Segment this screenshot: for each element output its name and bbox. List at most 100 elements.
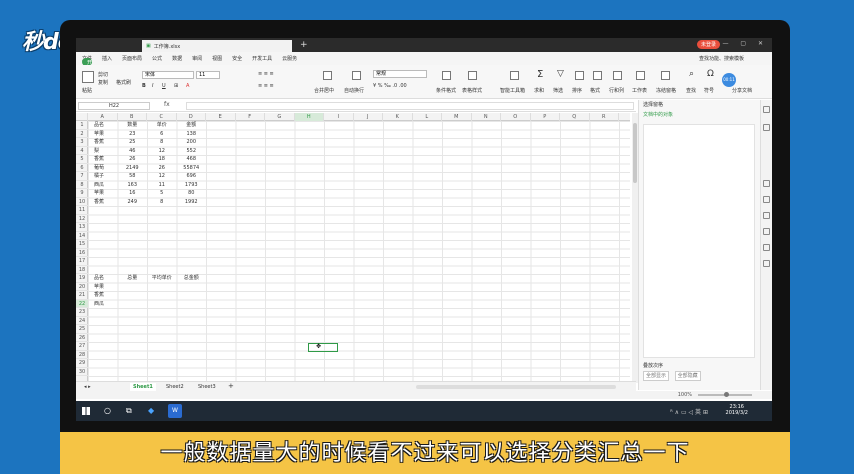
table-cell[interactable]: 18 bbox=[147, 155, 177, 164]
sidebar-shape-icon[interactable] bbox=[763, 124, 770, 131]
column-header[interactable]: G bbox=[265, 113, 295, 121]
menu-security[interactable]: 安全 bbox=[232, 55, 242, 62]
row-header[interactable]: 8 bbox=[76, 181, 88, 189]
freeze-button[interactable]: 冻结窗格 bbox=[656, 87, 676, 94]
table-cell[interactable]: 金额 bbox=[177, 121, 207, 130]
smart-toolbox-button[interactable]: 智能工具箱 bbox=[500, 87, 525, 94]
formula-input[interactable] bbox=[186, 102, 634, 110]
hide-all-button[interactable]: 全部隐藏 bbox=[674, 371, 701, 381]
table-cell[interactable]: 26 bbox=[147, 164, 177, 173]
freeze-icon[interactable] bbox=[661, 71, 670, 80]
row-header[interactable]: 9 bbox=[76, 189, 88, 198]
table-cell[interactable]: 橘子 bbox=[94, 172, 104, 181]
row-header[interactable]: 2 bbox=[76, 130, 88, 138]
row-header[interactable]: 11 bbox=[76, 206, 88, 215]
border-icon[interactable]: ⊞ bbox=[174, 83, 178, 89]
row-header[interactable]: 14 bbox=[76, 232, 88, 240]
table-cell[interactable]: 12 bbox=[147, 147, 177, 156]
row-header[interactable]: 23 bbox=[76, 308, 88, 317]
table-cell[interactable]: 总金额 bbox=[177, 274, 207, 283]
app-icon[interactable]: ◆ bbox=[148, 406, 154, 415]
zoom-slider-thumb[interactable] bbox=[724, 392, 729, 397]
row-header[interactable]: 5 bbox=[76, 155, 88, 164]
wrap-text-button[interactable]: 自动换行 bbox=[344, 87, 364, 94]
document-tab[interactable]: ▣ 工作簿.xlsx bbox=[142, 40, 292, 52]
table-cell[interactable]: 6 bbox=[147, 130, 177, 139]
row-header[interactable]: 12 bbox=[76, 215, 88, 223]
filter-button[interactable]: 筛选 bbox=[553, 87, 563, 94]
row-header[interactable]: 21 bbox=[76, 291, 88, 300]
column-header[interactable]: N bbox=[472, 113, 501, 121]
copy-button[interactable]: 复制 bbox=[98, 79, 108, 86]
menu-developer[interactable]: 开发工具 bbox=[252, 55, 272, 62]
find-icon[interactable]: ⌕ bbox=[689, 69, 694, 79]
column-header[interactable]: B bbox=[118, 113, 147, 121]
table-cell[interactable]: 26 bbox=[118, 155, 148, 164]
row-header[interactable]: 3 bbox=[76, 138, 88, 147]
tray-icons[interactable]: ᴿ ∧ ▭ ◁ 英 ⊞ bbox=[670, 407, 708, 416]
table-cell[interactable]: 品名 bbox=[94, 274, 104, 283]
table-cell[interactable]: 138 bbox=[177, 130, 207, 139]
row-header[interactable]: 29 bbox=[76, 359, 88, 368]
sheet-tab-2[interactable]: Sheet2 bbox=[166, 383, 184, 391]
table-cell[interactable]: 16 bbox=[118, 189, 148, 198]
sheet-tab-1[interactable]: Sheet1 bbox=[130, 383, 156, 391]
wrap-icon[interactable] bbox=[352, 71, 361, 80]
row-header[interactable]: 6 bbox=[76, 164, 88, 172]
table-cell[interactable]: 1793 bbox=[177, 181, 207, 190]
row-header[interactable]: 15 bbox=[76, 240, 88, 249]
table-cell[interactable]: 香蕉 bbox=[94, 155, 104, 164]
bold-icon[interactable]: B bbox=[142, 83, 146, 89]
column-header[interactable]: K bbox=[383, 113, 413, 121]
column-header[interactable]: H bbox=[294, 113, 324, 121]
paste-button[interactable]: 粘贴 bbox=[82, 87, 92, 94]
filter-icon[interactable]: ▽ bbox=[557, 69, 564, 79]
worksheet-icon[interactable] bbox=[636, 71, 645, 80]
row-header[interactable]: 4 bbox=[76, 147, 88, 155]
column-header[interactable]: E bbox=[206, 113, 236, 121]
new-tab-icon[interactable]: + bbox=[300, 40, 308, 50]
sum-button[interactable]: 求和 bbox=[534, 87, 544, 94]
sum-icon[interactable]: Σ bbox=[537, 69, 543, 80]
table-style-button[interactable]: 表格样式 bbox=[462, 87, 482, 94]
table-cell[interactable]: 46 bbox=[118, 147, 148, 156]
conditional-format-button[interactable]: 条件格式 bbox=[436, 87, 456, 94]
format-icon[interactable] bbox=[593, 71, 602, 80]
column-header[interactable]: D bbox=[177, 113, 206, 121]
search-icon[interactable]: ○ bbox=[104, 406, 111, 415]
row-header[interactable]: 1 bbox=[76, 121, 88, 130]
rows-cols-icon[interactable] bbox=[613, 71, 622, 80]
sidebar-backup-icon[interactable] bbox=[763, 212, 770, 219]
table-cell[interactable]: 苹果 bbox=[94, 283, 104, 292]
sidebar-history-icon[interactable] bbox=[763, 244, 770, 251]
merge-center-button[interactable]: 合并居中 bbox=[314, 87, 334, 94]
menu-formula[interactable]: 公式 bbox=[152, 55, 162, 62]
column-header[interactable]: J bbox=[354, 113, 383, 121]
find-button[interactable]: 查找 bbox=[686, 87, 696, 94]
underline-icon[interactable]: U bbox=[162, 83, 166, 89]
share-button[interactable]: 分享文档 bbox=[732, 87, 752, 94]
italic-icon[interactable]: I bbox=[152, 83, 153, 89]
table-cell[interactable]: 80 bbox=[177, 189, 207, 198]
sidebar-star-icon[interactable] bbox=[763, 196, 770, 203]
table-cell[interactable]: 香蕉 bbox=[94, 198, 104, 207]
symbol-icon[interactable]: Ω bbox=[707, 69, 714, 79]
table-cell[interactable]: 11 bbox=[147, 181, 177, 190]
table-cell[interactable]: 552 bbox=[177, 147, 207, 156]
sidebar-share-icon[interactable] bbox=[763, 228, 770, 235]
table-cell[interactable]: 香蕉 bbox=[94, 291, 104, 300]
table-cell[interactable]: 单价 bbox=[147, 121, 177, 130]
row-header[interactable]: 10 bbox=[76, 198, 88, 206]
column-header[interactable]: C bbox=[147, 113, 177, 121]
cell-grid[interactable]: 品名 数量 单价 金额 苹果 23 6 138 香蕉 25 8 200 梨 46 12 552 香蕉 26 18 46… bbox=[88, 121, 630, 381]
fx-icon[interactable]: fx bbox=[164, 101, 170, 108]
sort-icon[interactable] bbox=[575, 71, 584, 80]
column-header[interactable]: P bbox=[531, 113, 560, 121]
task-view-icon[interactable]: ⧉ bbox=[126, 406, 132, 416]
column-header[interactable]: R bbox=[590, 113, 619, 121]
symbol-button[interactable]: 符号 bbox=[704, 87, 714, 94]
column-header[interactable]: M bbox=[442, 113, 472, 121]
column-header[interactable]: A bbox=[88, 113, 118, 121]
column-header[interactable]: F bbox=[236, 113, 265, 121]
row-header[interactable]: 18 bbox=[76, 266, 88, 274]
